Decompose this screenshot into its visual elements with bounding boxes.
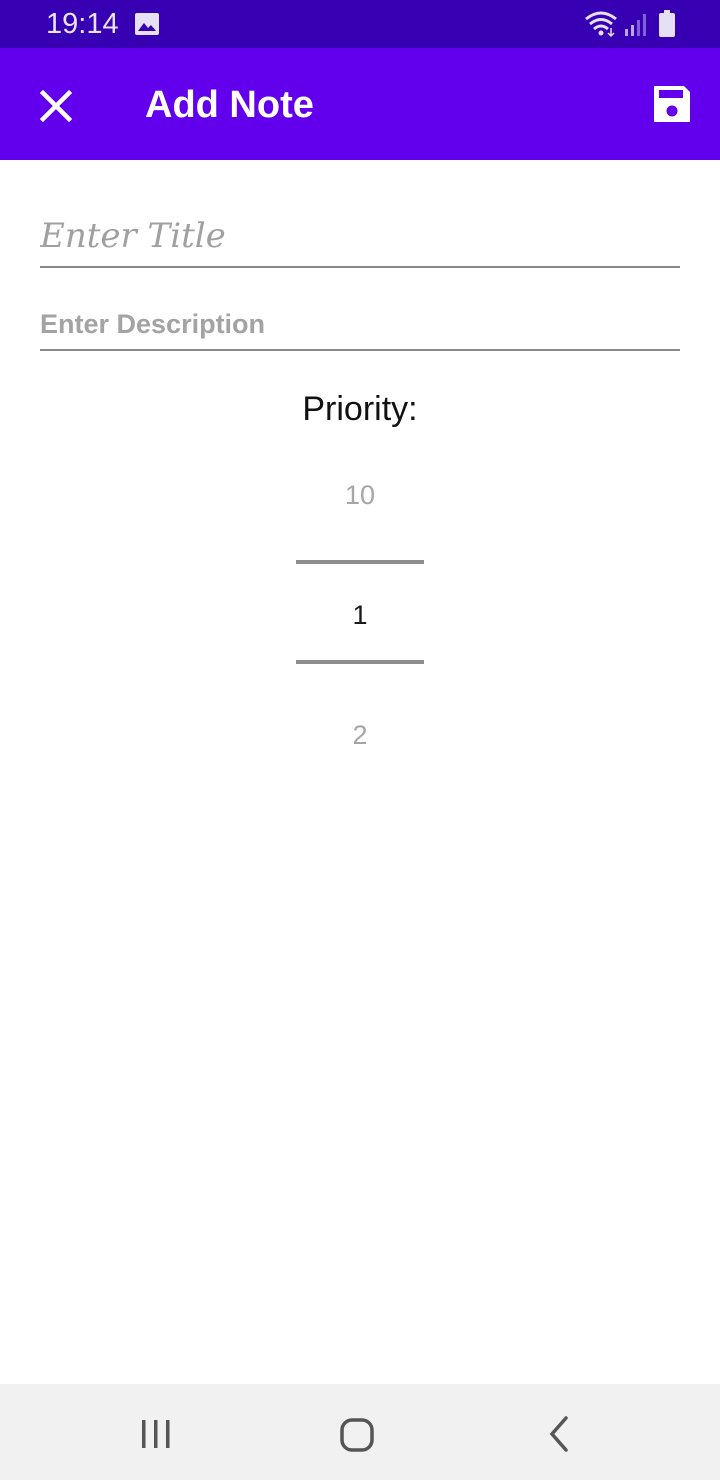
battery-icon (659, 10, 675, 37)
title-field (40, 200, 680, 268)
picker-previous-value[interactable]: 10 (296, 480, 424, 511)
priority-number-picker[interactable]: 10 1 2 (296, 460, 424, 770)
navigation-bar (0, 1384, 720, 1480)
gallery-icon (135, 13, 159, 35)
description-input[interactable] (40, 300, 680, 349)
close-icon[interactable] (30, 80, 82, 132)
home-icon[interactable] (338, 1416, 376, 1454)
signal-icon (625, 14, 646, 36)
page-title: Add Note (145, 84, 314, 126)
priority-label: Priority: (302, 390, 418, 428)
app-bar: Add Note (0, 48, 720, 160)
recents-icon[interactable] (138, 1418, 174, 1450)
title-input[interactable] (40, 200, 680, 266)
wifi-icon (585, 11, 617, 38)
status-bar: 19:14 (0, 0, 720, 48)
status-time: 19:14 (46, 8, 119, 40)
description-field (40, 300, 680, 351)
picker-next-value[interactable]: 2 (296, 720, 424, 751)
save-icon[interactable] (646, 78, 698, 130)
back-icon[interactable] (544, 1414, 574, 1454)
picker-divider-bottom (296, 660, 424, 664)
picker-selected-value[interactable]: 1 (296, 600, 424, 631)
picker-divider-top (296, 560, 424, 564)
